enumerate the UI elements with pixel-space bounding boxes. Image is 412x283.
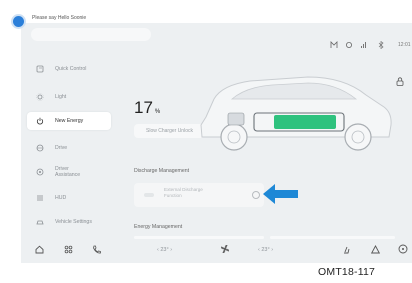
energy-management-card[interactable] bbox=[134, 236, 264, 239]
home-icon[interactable] bbox=[35, 245, 44, 254]
drive-icon bbox=[35, 143, 45, 153]
left-temperature[interactable]: ‹ 23° › bbox=[157, 247, 172, 253]
charge-level: 17% bbox=[134, 98, 160, 118]
steering-icon[interactable] bbox=[398, 244, 408, 254]
charge-unit: % bbox=[154, 109, 161, 115]
clock: 12:01 bbox=[398, 42, 411, 48]
energy-management-card-2[interactable] bbox=[270, 236, 395, 239]
power-icon bbox=[35, 116, 45, 126]
voice-assistant-icon[interactable] bbox=[13, 16, 24, 27]
hud-icon bbox=[35, 193, 45, 203]
rear-wheel bbox=[344, 123, 372, 151]
sidebar-item-light[interactable]: Light bbox=[27, 88, 123, 106]
sidebar-item-quick-control[interactable]: Quick Control bbox=[27, 60, 123, 78]
figure-code: OMT18-117 bbox=[318, 266, 376, 278]
quick-control-icon bbox=[35, 64, 45, 74]
external-discharge-toggle[interactable] bbox=[144, 193, 154, 197]
discharge-management-title: Discharge Management bbox=[134, 168, 190, 174]
signal-icon bbox=[361, 42, 366, 48]
right-temperature[interactable]: ‹ 23° › bbox=[258, 247, 273, 253]
info-icon[interactable] bbox=[252, 191, 260, 199]
sidebar-item-label: Driver Assistance bbox=[55, 166, 81, 178]
sidebar-item-hud[interactable]: HUD bbox=[27, 189, 123, 207]
sidebar-item-label: Quick Control bbox=[55, 66, 87, 72]
sidebar-item-new-energy[interactable]: New Energy bbox=[27, 112, 111, 130]
connected-icon bbox=[346, 42, 352, 48]
light-icon bbox=[35, 92, 45, 102]
sidebar-item-label: Light bbox=[55, 94, 67, 100]
voice-assistant-bar[interactable] bbox=[31, 28, 151, 41]
battery-pack bbox=[274, 115, 336, 129]
sidebar-item-label: New Energy bbox=[55, 118, 84, 124]
car-illustration bbox=[200, 76, 392, 151]
fan-icon[interactable] bbox=[220, 244, 230, 254]
sidebar-item-label: HUD bbox=[55, 195, 67, 201]
seat-heat-icon[interactable] bbox=[342, 245, 351, 254]
warning-icon[interactable] bbox=[371, 245, 380, 254]
sidebar-item-vehicle-settings[interactable]: Vehicle Settings bbox=[27, 213, 123, 231]
bluetooth-icon bbox=[378, 41, 384, 49]
front-wheel bbox=[220, 123, 248, 151]
pointer-arrow-icon bbox=[263, 184, 298, 204]
user-icon bbox=[330, 41, 338, 48]
energy-management-title: Energy Management bbox=[134, 224, 183, 230]
motor-unit bbox=[227, 112, 245, 126]
driver-assistance-icon bbox=[35, 167, 45, 177]
voice-prompt: Please say Hello Soonie bbox=[32, 15, 87, 21]
sidebar-item-drive[interactable]: Drive bbox=[27, 139, 123, 157]
sidebar-item-driver-assistance[interactable]: Driver Assistance bbox=[27, 163, 123, 181]
external-discharge-label: External Discharge Function bbox=[164, 187, 203, 198]
sidebar-item-label: Drive bbox=[55, 145, 68, 151]
apps-icon[interactable] bbox=[64, 245, 73, 254]
sidebar-item-label: Vehicle Settings bbox=[55, 219, 92, 225]
phone-icon[interactable] bbox=[92, 245, 101, 254]
vehicle-settings-icon bbox=[35, 217, 45, 227]
charge-value: 17 bbox=[134, 98, 153, 117]
